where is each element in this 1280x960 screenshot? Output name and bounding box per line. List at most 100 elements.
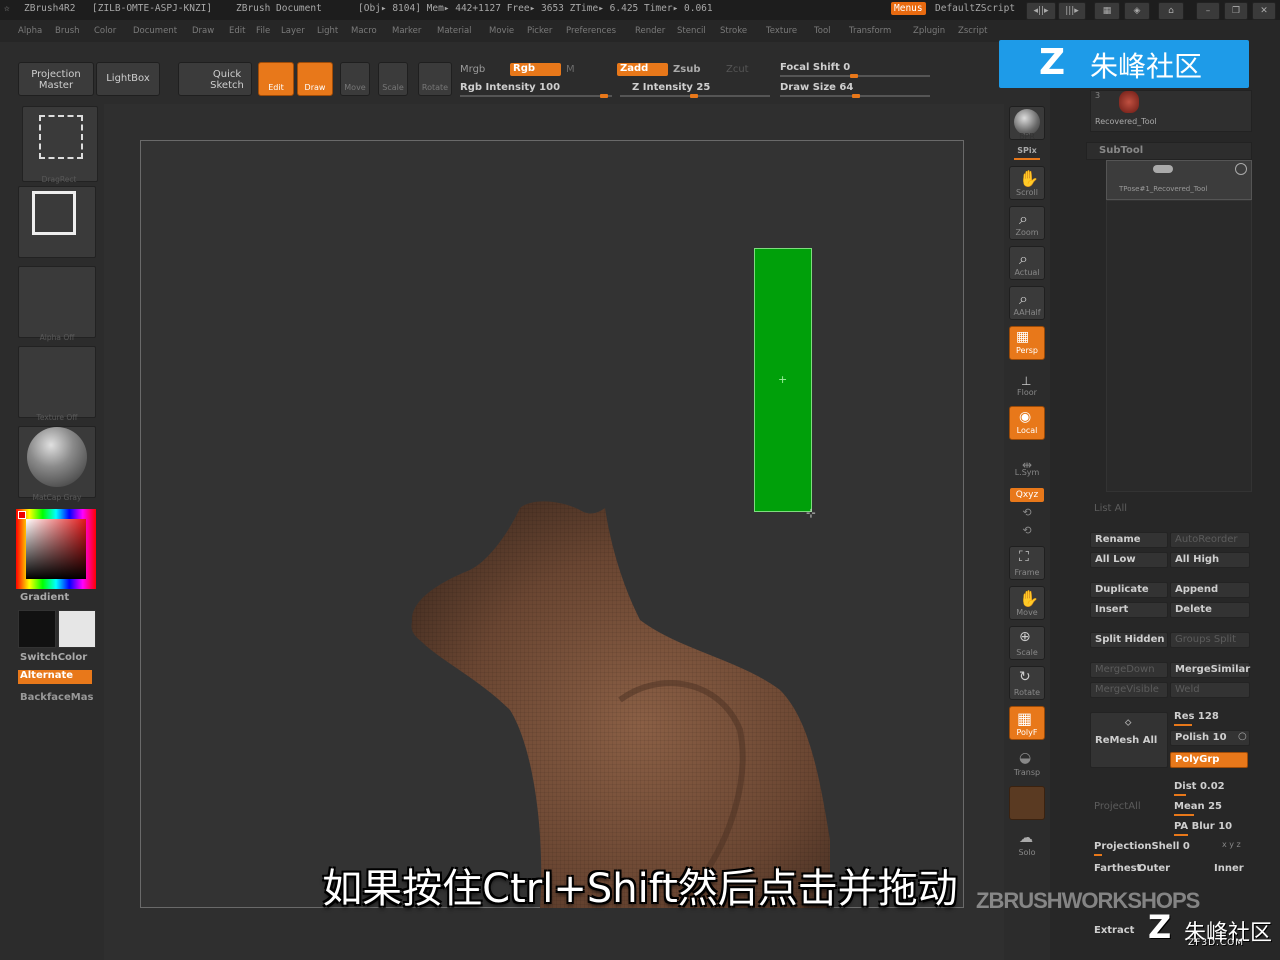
rgb-intensity-slider[interactable]: Rgb Intensity 100 [460,82,560,93]
scale-button[interactable]: Scale [378,62,408,96]
xyz-button[interactable]: Qxyz [1010,488,1044,502]
zcut-button[interactable]: Zcut [726,64,749,75]
remesh-all-button[interactable]: ⬦ ReMesh All [1090,712,1168,768]
stroke-dragrect-button[interactable] [22,106,98,182]
split-hidden-button[interactable]: Split Hidden [1090,632,1168,648]
recovered-tool-thumb-icon[interactable] [1119,91,1139,113]
focal-shift-slider[interactable]: Focal Shift 0 [780,62,850,73]
menu-picker[interactable]: Picker [527,26,552,36]
weld-button[interactable]: Weld [1170,682,1250,698]
subtool-list-empty[interactable] [1106,200,1252,492]
spix-slider[interactable]: SPix [1004,146,1050,155]
project-all-button[interactable]: ProjectAll [1090,800,1168,816]
menu-preferences[interactable]: Preferences [566,26,616,36]
duplicate-button[interactable]: Duplicate [1090,582,1168,598]
draw-button[interactable]: Draw [297,62,333,96]
menus-button[interactable]: Menus [891,2,926,15]
edit-button[interactable]: Edit [258,62,294,96]
restore-icon[interactable]: ❐ [1224,2,1248,20]
menu-brush[interactable]: Brush [55,26,80,36]
lightbox-button[interactable]: LightBox [96,62,160,96]
zadd-button[interactable]: Zadd [617,63,668,76]
focal-shift-knob[interactable] [850,74,858,78]
subtool-header[interactable]: SubTool [1086,142,1252,160]
menu-macro[interactable]: Macro [351,26,377,36]
default-zscript[interactable]: DefaultZScript [935,3,1015,14]
menu-marker[interactable]: Marker [392,26,421,36]
z-rotate-icon[interactable]: ⟲ [1004,524,1050,537]
minimize-icon[interactable]: – [1196,2,1220,20]
z-intensity-knob[interactable] [690,94,698,98]
color-sv-square[interactable] [26,519,86,579]
menu-draw[interactable]: Draw [192,26,214,36]
subtool-visible-icon[interactable] [1235,163,1247,175]
groups-split-button[interactable]: Groups Split [1170,632,1250,648]
tool-thumbnails[interactable]: 3 Recovered_Tool [1090,90,1252,132]
all-high-button[interactable]: All High [1170,552,1250,568]
texture-button[interactable] [18,346,96,418]
menu-edit[interactable]: Edit [229,26,245,36]
delete-button[interactable]: Delete [1170,602,1250,618]
m-button[interactable]: M [566,64,575,75]
draw-size-slider[interactable]: Draw Size 64 [780,82,853,93]
y-rotate-icon[interactable]: ⟲ [1004,506,1050,519]
color-picker[interactable] [16,509,96,589]
dist-track[interactable] [1174,794,1186,796]
menu-tool[interactable]: Tool [814,26,831,36]
home-icon[interactable]: ⌂ [1158,2,1184,20]
main-color-swatch[interactable] [18,610,56,648]
pa-blur-track[interactable] [1174,834,1188,836]
bars-icon[interactable]: |||▸ [1058,2,1086,20]
menu-stroke[interactable]: Stroke [720,26,747,36]
z-intensity-slider[interactable]: Z Intensity 25 [632,82,710,93]
menu-file[interactable]: File [256,26,270,36]
res-track[interactable] [1174,724,1192,726]
projection-shell-slider[interactable]: ProjectionShell 0 [1090,840,1210,856]
backface-mask-button[interactable]: BackfaceMas [20,692,93,703]
merge-visible-button[interactable]: MergeVisible [1090,682,1168,698]
rgb-button[interactable]: Rgb [510,63,561,76]
merge-down-button[interactable]: MergeDown [1090,662,1168,678]
menu-document[interactable]: Document [133,26,177,36]
xyz-axis-icon[interactable]: x y z [1222,840,1241,849]
arrows-icon[interactable]: ◂||▸ [1026,2,1056,20]
switchcolor-button[interactable]: SwitchColor [20,652,87,663]
gradient-button[interactable]: Gradient [20,592,69,603]
lsym-button[interactable]: L.Sym [1004,468,1050,477]
brush-preview-button[interactable] [18,186,96,258]
alpha-button[interactable] [18,266,96,338]
spix-track[interactable] [1014,158,1040,160]
menu-render[interactable]: Render [635,26,665,36]
close-icon[interactable]: ✕ [1252,2,1276,20]
sculpt-model[interactable] [140,480,964,908]
rotate-button[interactable]: Rotate [418,62,452,96]
merge-similar-button[interactable]: MergeSimilar [1170,662,1250,678]
all-low-button[interactable]: All Low [1090,552,1168,568]
mrgb-button[interactable]: Mrgb [460,64,485,75]
zsub-button[interactable]: Zsub [673,64,700,75]
insert-button[interactable]: Insert [1090,602,1168,618]
menu-movie[interactable]: Movie [489,26,514,36]
polish-toggle-icon[interactable]: ○ [1238,731,1247,742]
secondary-color-swatch[interactable] [58,610,96,648]
menu-zscript[interactable]: Zscript [958,26,988,36]
draw-size-knob[interactable] [852,94,860,98]
rename-button[interactable]: Rename [1090,532,1168,548]
menu-stencil[interactable]: Stencil [677,26,706,36]
menu-layer[interactable]: Layer [281,26,305,36]
ghost-button[interactable] [1009,786,1045,820]
subtool-item-active[interactable]: TPose#1_Recovered_Tool [1106,160,1252,200]
subtool-eye-icon[interactable] [1153,165,1173,173]
green-selection-rect[interactable]: + [754,248,812,512]
menu-color[interactable]: Color [94,26,116,36]
rgb-intensity-track[interactable] [460,95,612,97]
list-all-button[interactable]: List All [1090,502,1168,518]
palette-icon[interactable]: ◈ [1124,2,1150,20]
quick-sketch-button[interactable]: Quick Sketch [178,62,252,96]
menu-light[interactable]: Light [317,26,338,36]
append-button[interactable]: Append [1170,582,1250,598]
auto-reorder-button[interactable]: AutoReorder [1170,532,1250,548]
alternate-button[interactable]: Alternate [18,670,92,684]
move-button[interactable]: Move [340,62,370,96]
menu-texture[interactable]: Texture [766,26,797,36]
